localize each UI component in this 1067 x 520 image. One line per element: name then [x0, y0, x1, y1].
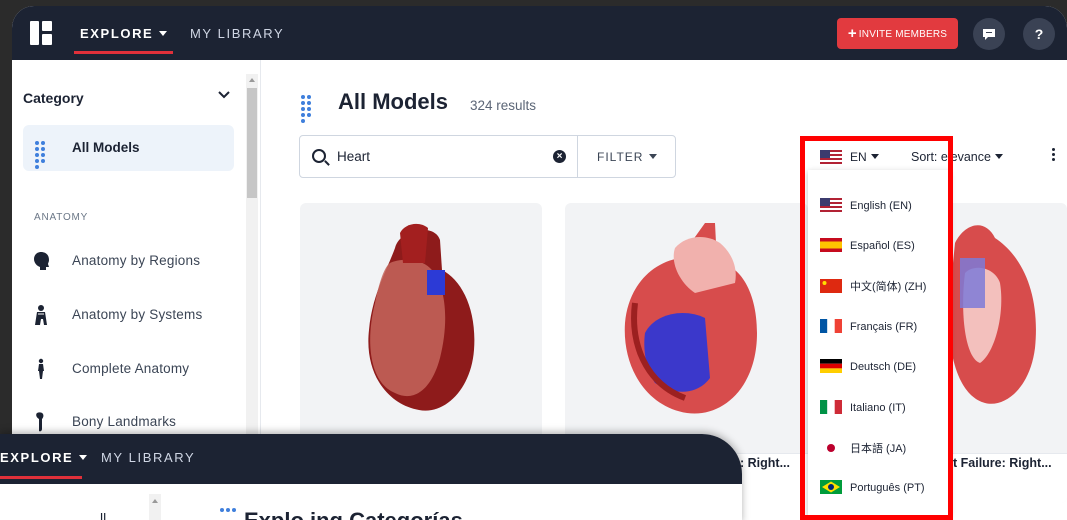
- grid-icon: [35, 141, 51, 169]
- sidebar-item-all-models[interactable]: All Models: [23, 125, 234, 171]
- bone-icon: [36, 412, 44, 432]
- invite-members-button[interactable]: + INVITE MEMBERS: [837, 18, 958, 49]
- app-logo-icon[interactable]: [30, 21, 52, 45]
- sidebar-item-anatomy-by-systems[interactable]: Anatomy by Systems: [30, 303, 240, 327]
- scroll-up-arrow-icon[interactable]: [152, 499, 158, 503]
- chevron-down-icon: [649, 154, 658, 159]
- partial-sidebar-text: ll: [100, 510, 107, 520]
- sidebar-item-complete-anatomy[interactable]: Complete Anatomy: [30, 357, 240, 381]
- heart-model-thumbnail: [368, 223, 475, 411]
- human-figure-icon: [38, 358, 44, 379]
- divider: [577, 136, 578, 177]
- sidebar-scrollbar[interactable]: [149, 494, 161, 520]
- sidebar-item-anatomy-by-regions[interactable]: Anatomy by Regions: [30, 249, 240, 273]
- section-label-anatomy: ANATOMY: [34, 212, 89, 223]
- chat-icon: [983, 29, 995, 40]
- secondary-app-window: EXPLORE MY LIBRARY ll Explo.ing Categorí…: [0, 434, 742, 520]
- chat-button[interactable]: [973, 18, 1005, 50]
- search-bar: Heart × FILTER: [299, 135, 676, 178]
- search-icon: [312, 149, 326, 163]
- heart-model-thumbnail: [624, 223, 757, 414]
- card-title[interactable]: t Failure: Right...: [953, 456, 1052, 470]
- sidebar-item-bony-landmarks[interactable]: Bony Landmarks: [30, 410, 240, 434]
- sidebar-item-label: Anatomy by Systems: [72, 307, 203, 322]
- page-title: Explo.ing Categorías: [244, 508, 463, 520]
- scroll-up-arrow-icon[interactable]: [249, 78, 255, 82]
- card-title[interactable]: : Right...: [740, 456, 790, 470]
- sidebar-item-label: All Models: [72, 140, 140, 155]
- head-icon: [34, 252, 49, 270]
- chevron-down-icon: [994, 154, 1003, 159]
- sidebar-scroll-thumb[interactable]: [247, 88, 257, 198]
- heart-model-thumbnail: [948, 225, 1036, 404]
- sidebar-item-label: Complete Anatomy: [72, 361, 190, 376]
- search-input[interactable]: Heart: [337, 149, 370, 164]
- grid-icon: [301, 95, 317, 123]
- clear-search-icon[interactable]: ×: [553, 150, 566, 163]
- sidebar-item-label: Bony Landmarks: [72, 414, 177, 429]
- nav-my-library[interactable]: MY LIBRARY: [101, 450, 195, 465]
- body-systems-icon: [35, 305, 47, 325]
- language-dropdown-highlight-box: [800, 136, 953, 520]
- active-nav-underline: [0, 476, 82, 479]
- model-card[interactable]: t Failure: Right...: [945, 203, 1067, 503]
- chevron-down-icon: [79, 455, 88, 460]
- top-navigation-bar: EXPLORE MY LIBRARY: [0, 434, 742, 484]
- help-button[interactable]: ?: [1023, 18, 1055, 50]
- chevron-down-icon: [159, 31, 168, 36]
- plus-icon: +: [847, 25, 857, 42]
- nav-my-library[interactable]: MY LIBRARY: [190, 26, 284, 41]
- category-title: Category: [23, 90, 84, 106]
- top-navigation-bar: EXPLORE MY LIBRARY + INVITE MEMBERS ?: [12, 6, 1067, 60]
- active-nav-underline: [74, 51, 173, 54]
- category-collapse-chevron-icon[interactable]: [218, 90, 230, 102]
- sidebar-item-label: Anatomy by Regions: [72, 253, 201, 268]
- nav-explore[interactable]: EXPLORE: [80, 26, 168, 41]
- nav-explore[interactable]: EXPLORE: [0, 450, 88, 465]
- results-count: 324 results: [470, 98, 537, 113]
- more-options-icon[interactable]: [1052, 148, 1056, 163]
- filter-button[interactable]: FILTER: [597, 150, 658, 164]
